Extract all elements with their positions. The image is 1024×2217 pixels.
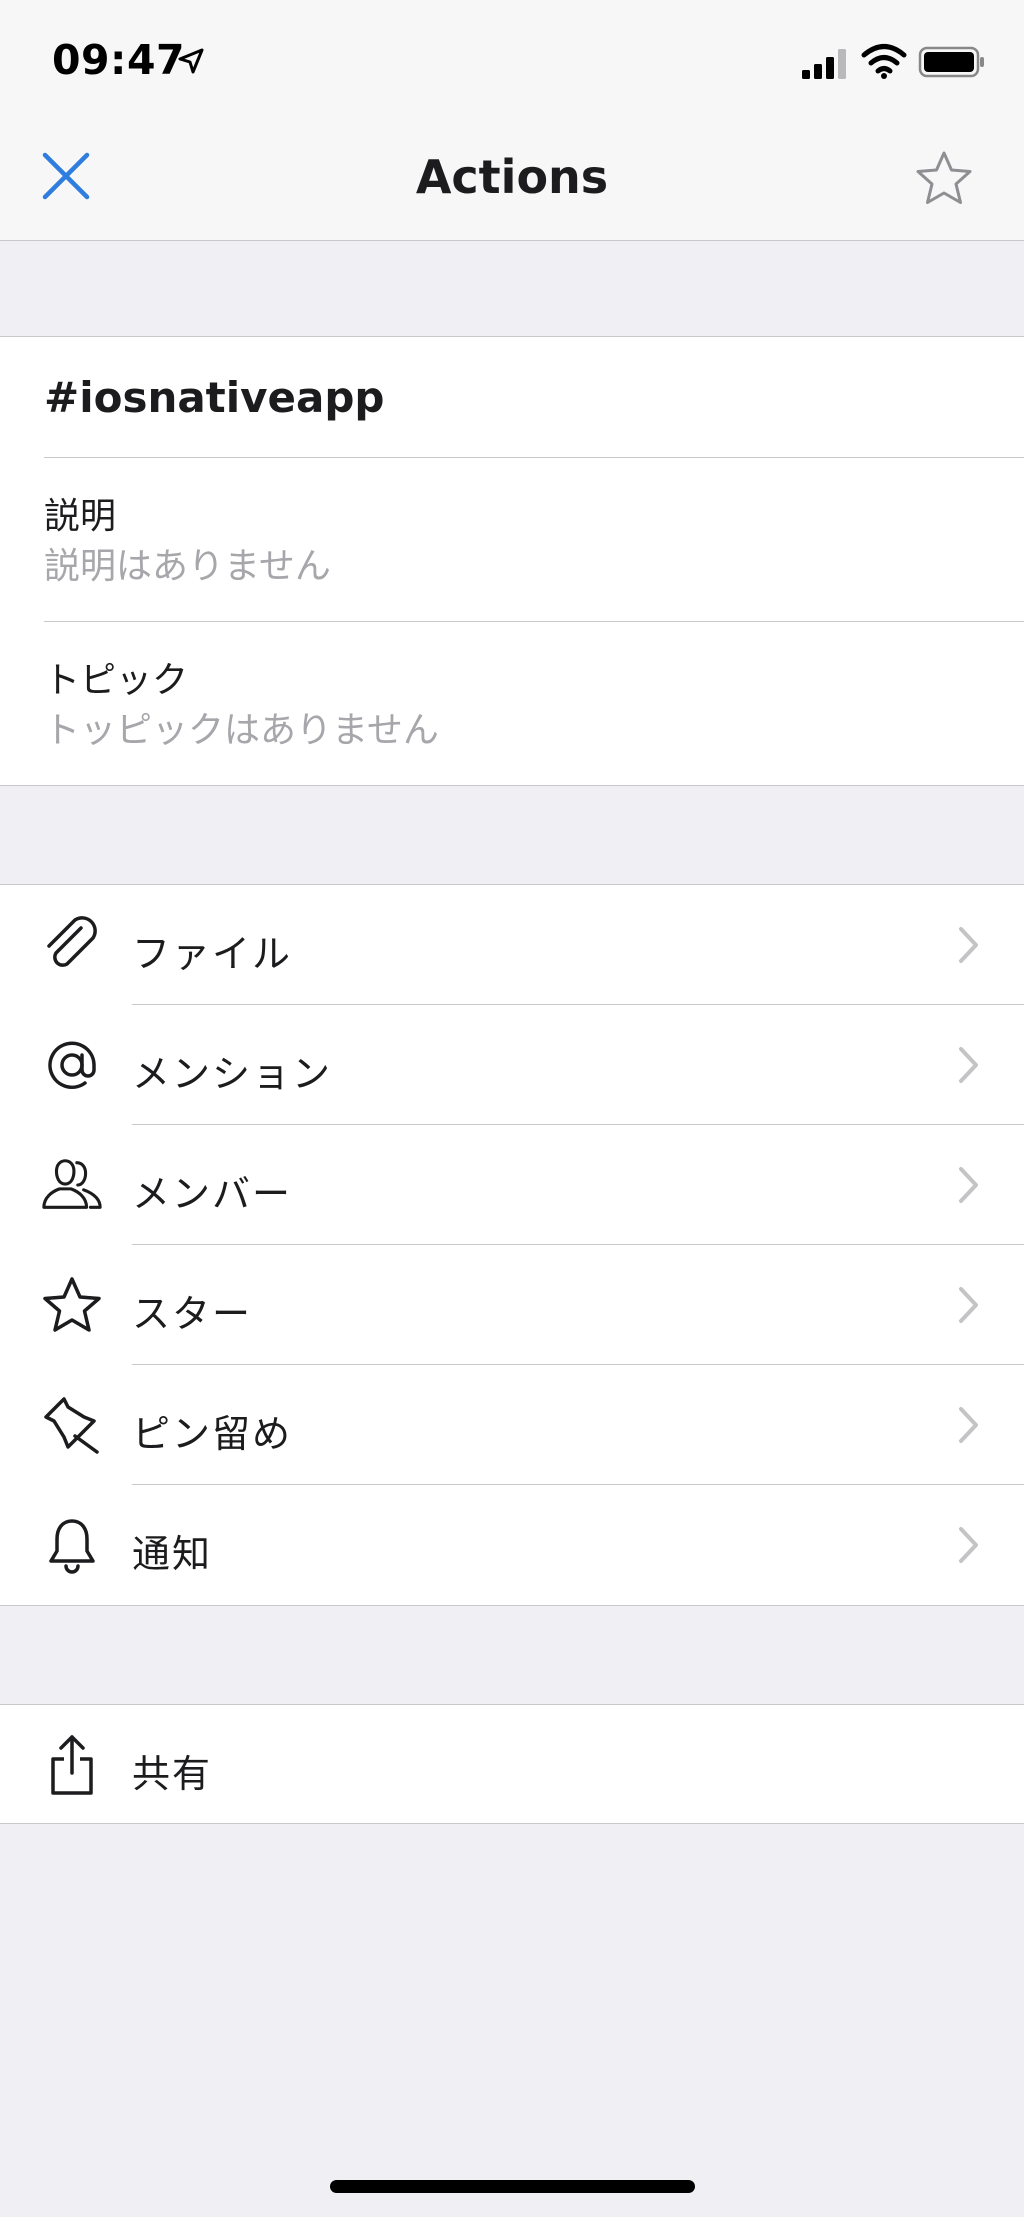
cellular-signal-icon	[802, 49, 846, 79]
actions-section: ファイル メンション メンバー スター ピン留め 通知	[0, 884, 1024, 1606]
chevron-right-icon	[959, 927, 978, 963]
wifi-icon	[861, 44, 907, 79]
action-label-mentions: メンション	[132, 1052, 333, 1096]
action-row-notifications[interactable]: 通知	[0, 1485, 1024, 1605]
battery-icon	[918, 46, 984, 78]
page-title: Actions	[415, 150, 609, 204]
status-time: 09:47	[52, 36, 186, 84]
action-label-notifications: 通知	[132, 1532, 213, 1576]
home-indicator	[330, 2180, 695, 2193]
location-arrow-icon	[178, 48, 204, 74]
description-label: 説明	[44, 496, 117, 537]
channel-name: #iosnativeapp	[44, 373, 385, 422]
star-outline-icon	[916, 151, 972, 204]
at-sign-icon	[40, 1033, 104, 1097]
share-icon	[40, 1733, 104, 1797]
description-row[interactable]: 説明 説明はありません	[44, 457, 1024, 622]
action-row-mentions[interactable]: メンション	[0, 1005, 1024, 1125]
channel-name-row: #iosnativeapp	[44, 337, 1024, 458]
pin-icon	[40, 1393, 104, 1457]
star-icon	[40, 1273, 104, 1337]
action-label-files: ファイル	[132, 932, 293, 976]
action-row-stars[interactable]: スター	[0, 1245, 1024, 1365]
top-bar: 09:47 Actions	[0, 0, 1024, 241]
share-section: 共有	[0, 1704, 1024, 1824]
description-value: 説明はありません	[44, 546, 331, 587]
action-row-files[interactable]: ファイル	[0, 885, 1024, 1005]
bell-icon	[40, 1513, 104, 1577]
chevron-right-icon	[959, 1407, 978, 1443]
topic-row[interactable]: トピック トッピックはありません	[44, 621, 1024, 785]
chevron-right-icon	[959, 1167, 978, 1203]
favorite-button[interactable]	[912, 146, 976, 210]
channel-info-section: #iosnativeapp 説明 説明はありません トピック トッピックはありま…	[0, 336, 1024, 786]
action-label-pins: ピン留め	[132, 1412, 293, 1456]
chevron-right-icon	[959, 1047, 978, 1083]
action-row-pins[interactable]: ピン留め	[0, 1365, 1024, 1485]
close-button[interactable]	[36, 146, 96, 206]
paperclip-icon	[40, 913, 104, 977]
topic-value: トッピックはありません	[44, 710, 439, 751]
action-row-members[interactable]: メンバー	[0, 1125, 1024, 1245]
action-label-members: メンバー	[132, 1172, 293, 1216]
share-row[interactable]: 共有	[0, 1705, 1024, 1823]
close-icon	[42, 152, 90, 200]
share-label: 共有	[132, 1752, 213, 1796]
chevron-right-icon	[959, 1287, 978, 1323]
topic-label: トピック	[44, 660, 189, 701]
chevron-right-icon	[959, 1527, 978, 1563]
action-label-stars: スター	[132, 1292, 253, 1336]
members-icon	[40, 1153, 104, 1217]
